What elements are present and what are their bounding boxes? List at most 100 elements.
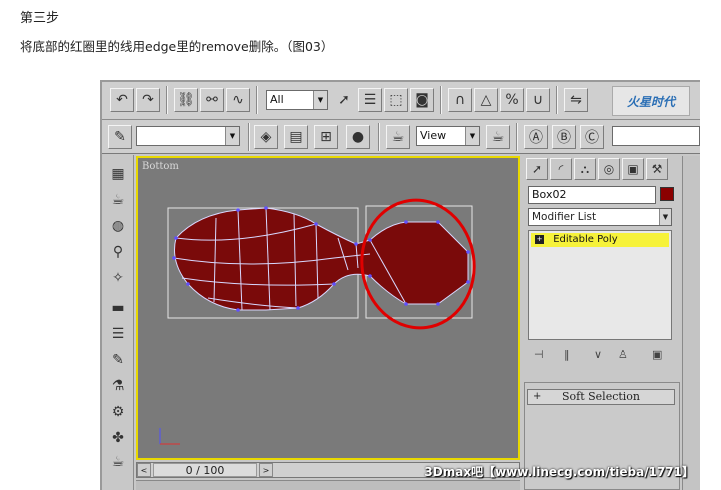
vertex[interactable] [296, 306, 300, 310]
configure-sets-icon[interactable]: ▣ [652, 348, 662, 361]
gear-icon[interactable]: ⚙ [106, 401, 130, 423]
main-toolbar: ↶ ↷ ⛓ ⚯ ∿ All ▼ ➚ ☰ ⬚ ◙ ∩ △ % ∪ ⇋ 火星时代 [102, 82, 700, 120]
create-teapot-icon[interactable]: ☕ [106, 189, 130, 211]
remove-modifier-icon[interactable]: ♙ [618, 348, 628, 361]
pin-stack-icon[interactable]: ⊣ [534, 348, 544, 361]
slot-a-icon[interactable]: Ⓐ [524, 125, 548, 149]
vertex[interactable] [236, 208, 240, 212]
curve-editor-icon[interactable]: ▤ [284, 125, 308, 149]
utilities-tab-icon[interactable]: ⚒ [646, 158, 668, 180]
axis-gizmo [159, 428, 180, 445]
snap-3d-icon[interactable]: ∩ [448, 88, 472, 112]
watermark: 3Dmax吧【www.linecg.com/tieba/1771】 [424, 465, 694, 479]
max-screenshot: ↶ ↷ ⛓ ⚯ ∿ All ▼ ➚ ☰ ⬚ ◙ ∩ △ % ∪ ⇋ 火星时代 ✎… [100, 80, 700, 490]
undo-icon[interactable]: ↶ [110, 88, 134, 112]
mirror-icon[interactable]: ⇋ [564, 88, 588, 112]
expand-icon: + [533, 391, 542, 402]
modifier-list-dropdown[interactable]: Modifier List ▼ [528, 208, 672, 226]
object-name-field[interactable]: Box02 [528, 186, 656, 204]
command-panel: ➚ ◜ ⛬ ◎ ▣ ⚒ Box02 Modifier List ▼ + Edit… [524, 156, 682, 490]
select-by-name-icon[interactable]: ☰ [358, 88, 382, 112]
vertex[interactable] [236, 308, 240, 312]
dropper-tool-icon[interactable]: ⚗ [106, 375, 130, 397]
soft-selection-rollout[interactable]: + Soft Selection [527, 389, 675, 405]
vertex[interactable] [436, 302, 440, 306]
link-icon[interactable]: ⛓ [174, 88, 198, 112]
bottom-viewport[interactable]: Bottom [136, 156, 520, 460]
unlink-icon[interactable]: ⚯ [200, 88, 224, 112]
vertex[interactable] [174, 236, 178, 240]
layer-manager-icon[interactable]: ◈ [254, 125, 278, 149]
window-crossing-icon[interactable]: ◙ [410, 88, 434, 112]
percent-snap-icon[interactable]: % [500, 88, 524, 112]
create-light-icon[interactable]: ⚲ [106, 241, 130, 263]
vertex[interactable] [186, 282, 190, 286]
toolbar-separator [516, 123, 518, 151]
object-color-swatch[interactable] [660, 187, 674, 201]
motion-tab-icon[interactable]: ◎ [598, 158, 620, 180]
spinner-snap-icon[interactable]: ∪ [526, 88, 550, 112]
selection-filter-dropdown[interactable]: All ▼ [266, 90, 328, 110]
vertex[interactable] [368, 274, 372, 278]
vertex[interactable] [354, 242, 358, 246]
toolbar-separator [256, 86, 258, 114]
select-cursor-icon[interactable]: ➚ [332, 88, 356, 112]
display-tab-icon[interactable]: ▣ [622, 158, 644, 180]
chevron-down-icon: ▼ [659, 209, 671, 225]
region-select-icon[interactable]: ⬚ [384, 88, 408, 112]
extra-dropdown[interactable] [612, 126, 700, 146]
make-unique-icon[interactable]: ∨ [594, 348, 602, 361]
create-sphere-icon[interactable]: ◍ [106, 215, 130, 237]
angle-snap-icon[interactable]: △ [474, 88, 498, 112]
toolbar-separator [378, 123, 380, 151]
create-tab-icon[interactable]: ➚ [526, 158, 548, 180]
panel-scrollbar[interactable] [682, 156, 700, 490]
material-editor-icon[interactable]: ● [346, 125, 370, 149]
hierarchy-tab-icon[interactable]: ⛬ [574, 158, 596, 180]
redo-icon[interactable]: ↷ [136, 88, 160, 112]
vertex[interactable] [466, 280, 470, 284]
time-next-button[interactable]: > [259, 463, 273, 477]
bind-spacewarp-icon[interactable]: ∿ [226, 88, 250, 112]
create-helper-icon[interactable]: ✧ [106, 267, 130, 289]
vertex[interactable] [436, 220, 440, 224]
expand-icon[interactable]: + [535, 234, 544, 244]
soft-selection-label: Soft Selection [561, 390, 641, 403]
vertex[interactable] [314, 222, 318, 226]
modify-tab-icon[interactable]: ◜ [550, 158, 572, 180]
vertex[interactable] [172, 256, 176, 260]
vertex[interactable] [404, 302, 408, 306]
modifier-stack: + Editable Poly [528, 230, 672, 340]
slot-c-icon[interactable]: Ⓒ [580, 125, 604, 149]
vertex[interactable] [368, 238, 372, 242]
vertex[interactable] [466, 250, 470, 254]
spelling-abc-icon[interactable]: ✎ [108, 125, 132, 149]
stack-item-editable-poly[interactable]: + Editable Poly [531, 233, 669, 247]
pen-tool-icon[interactable]: ✎ [106, 349, 130, 371]
render-scene-icon[interactable]: ☕ [386, 125, 410, 149]
track-bar[interactable] [136, 480, 520, 490]
slot-b-icon[interactable]: Ⓑ [552, 125, 576, 149]
vertex[interactable] [332, 282, 336, 286]
create-box-icon[interactable]: ▦ [106, 163, 130, 185]
secondary-toolbar: ✎ ▼ ◈ ▤ ⊞ ● ☕ View ▼ ☕ Ⓐ Ⓑ Ⓒ [102, 120, 700, 154]
vertex[interactable] [264, 206, 268, 210]
show-end-result-icon[interactable]: ‖ [564, 348, 570, 361]
schematic-view-icon[interactable]: ⊞ [314, 125, 338, 149]
chevron-down-icon: ▼ [225, 127, 239, 145]
teapot-tool-icon[interactable]: ☕ [106, 451, 130, 473]
toolbar-separator [440, 86, 442, 114]
step-title: 第三步 [20, 11, 60, 26]
time-prev-button[interactable]: < [137, 463, 151, 477]
paint-tool-icon[interactable]: ✤ [106, 427, 130, 449]
vertex[interactable] [404, 220, 408, 224]
quick-render-icon[interactable]: ☕ [486, 125, 510, 149]
mesh-tool-icon[interactable]: ▬ [106, 297, 130, 319]
render-view-dropdown[interactable]: View ▼ [416, 126, 480, 146]
command-panel-tabs: ➚ ◜ ⛬ ◎ ▣ ⚒ [526, 158, 676, 180]
step-description: 将底部的红圈里的线用edge里的remove删除。（图03） [20, 39, 334, 54]
named-selection-dropdown[interactable]: ▼ [136, 126, 240, 146]
stack-tool-icon[interactable]: ☰ [106, 323, 130, 345]
time-slider-value[interactable]: 0 / 100 [153, 463, 257, 477]
mesh-body[interactable] [174, 207, 469, 311]
